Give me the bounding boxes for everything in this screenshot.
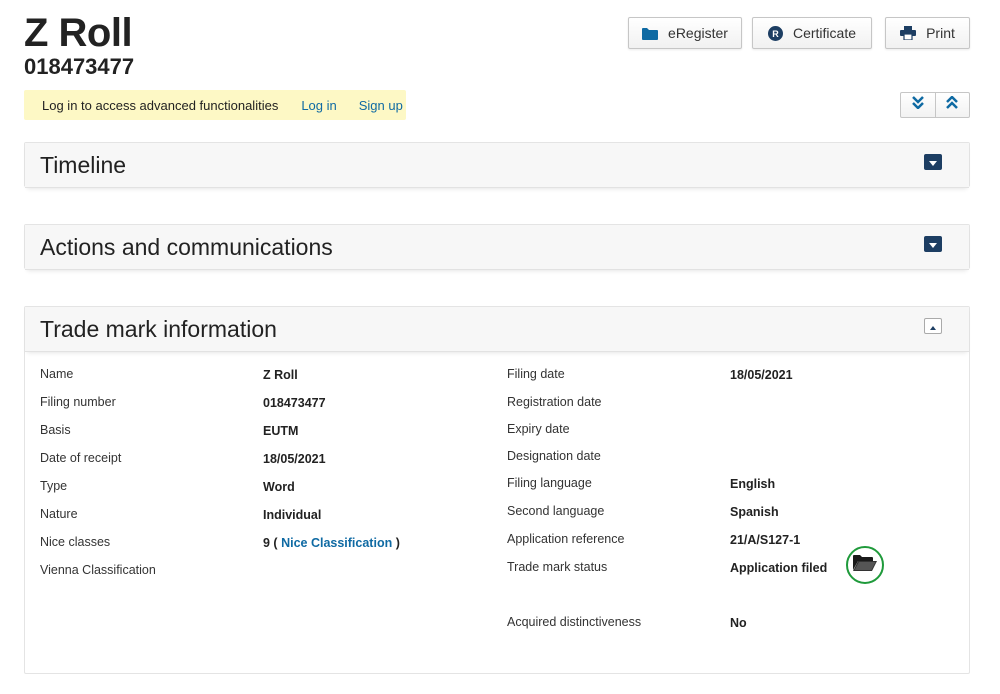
caret-up-icon bbox=[930, 317, 936, 335]
info-label: Nice classes bbox=[40, 535, 111, 549]
info-label: Second language bbox=[507, 504, 605, 518]
login-message: Log in to access advanced functionalitie… bbox=[42, 97, 279, 113]
caret-down-icon bbox=[929, 153, 937, 171]
info-value: 21/A/S127-1 bbox=[730, 533, 801, 547]
status-indicator[interactable] bbox=[846, 546, 884, 584]
trade-mark-info-header[interactable]: Trade mark information bbox=[25, 307, 969, 352]
info-value: EUTM bbox=[263, 424, 299, 438]
page-title: Z Roll bbox=[24, 11, 133, 55]
timeline-toggle[interactable] bbox=[924, 154, 942, 170]
info-label: Basis bbox=[40, 423, 71, 437]
info-label: Vienna Classification bbox=[40, 563, 156, 577]
registered-icon: R bbox=[767, 25, 783, 41]
info-label: Expiry date bbox=[507, 422, 570, 436]
info-value: Spanish bbox=[730, 505, 779, 519]
info-label: Date of receipt bbox=[40, 451, 122, 465]
info-label: Type bbox=[40, 479, 68, 493]
actions-panel: Actions and communications bbox=[24, 224, 970, 270]
caret-down-icon bbox=[929, 235, 937, 253]
actions-header[interactable]: Actions and communications bbox=[25, 225, 969, 270]
timeline-header[interactable]: Timeline bbox=[25, 143, 969, 188]
open-folder-icon bbox=[852, 554, 878, 577]
info-label: Registration date bbox=[507, 395, 602, 409]
info-value: 18/05/2021 bbox=[730, 368, 793, 382]
collapse-all-button[interactable] bbox=[934, 93, 970, 117]
svg-text:R: R bbox=[772, 29, 779, 39]
certificate-label: Certificate bbox=[792, 25, 857, 41]
nice-classes-value: 9 ( Nice Classification ) bbox=[263, 536, 400, 550]
login-notice: Log in to access advanced functionalitie… bbox=[24, 90, 406, 120]
info-label: Filing number bbox=[40, 395, 116, 409]
info-value: 18/05/2021 bbox=[263, 452, 326, 466]
signup-link[interactable]: Sign up bbox=[359, 98, 403, 113]
trade-mark-info-panel: Trade mark information bbox=[24, 306, 970, 674]
trade-mark-status-value: Application filed bbox=[730, 561, 828, 575]
info-value: No bbox=[730, 616, 747, 630]
trade-mark-info-title: Trade mark information bbox=[40, 316, 277, 342]
nice-classification-link[interactable]: Nice Classification bbox=[281, 536, 392, 550]
printer-icon bbox=[900, 26, 917, 40]
actions-title: Actions and communications bbox=[40, 234, 333, 260]
info-label: Designation date bbox=[507, 449, 601, 463]
info-label: Trade mark status bbox=[507, 560, 608, 574]
info-label: Filing language bbox=[507, 476, 592, 490]
expand-all-button[interactable] bbox=[901, 93, 935, 117]
filing-number-heading: 018473477 bbox=[24, 54, 135, 79]
double-chevron-down-icon bbox=[911, 96, 924, 114]
info-value: English bbox=[730, 477, 776, 491]
certificate-button[interactable]: R Certificate bbox=[752, 17, 872, 49]
info-value: Z Roll bbox=[263, 368, 298, 382]
timeline-title: Timeline bbox=[40, 152, 127, 178]
timeline-panel: Timeline bbox=[24, 142, 970, 188]
nice-class-suffix: ) bbox=[392, 536, 400, 550]
print-button[interactable]: Print bbox=[885, 17, 970, 49]
info-label: Application reference bbox=[507, 532, 625, 546]
info-label: Name bbox=[40, 367, 74, 381]
info-value: Individual bbox=[263, 508, 322, 522]
double-chevron-up-icon bbox=[946, 95, 959, 114]
eregister-label: eRegister bbox=[668, 25, 728, 41]
login-link[interactable]: Log in bbox=[301, 98, 336, 113]
trade-mark-info-toggle[interactable] bbox=[924, 318, 942, 334]
actions-toggle[interactable] bbox=[924, 236, 942, 252]
eregister-button[interactable]: eRegister bbox=[628, 17, 742, 49]
expand-collapse-all bbox=[900, 92, 970, 118]
folder-icon bbox=[642, 27, 659, 40]
print-label: Print bbox=[926, 25, 955, 41]
info-label: Acquired distinctiveness bbox=[507, 615, 642, 629]
info-value: Word bbox=[263, 480, 295, 494]
info-label: Filing date bbox=[507, 367, 565, 381]
nice-class-number: 9 ( bbox=[263, 536, 282, 550]
info-value: 018473477 bbox=[263, 396, 326, 410]
info-label: Nature bbox=[40, 507, 78, 521]
